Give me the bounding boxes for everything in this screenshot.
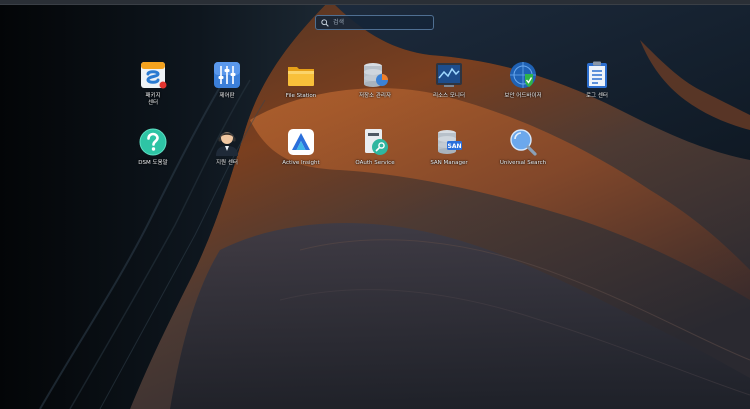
app-label: 저장소 관리자	[358, 93, 392, 99]
control-panel-icon	[214, 62, 240, 88]
app-label: Universal Search	[499, 160, 547, 166]
search-input[interactable]	[329, 17, 428, 28]
app-resource-monitor[interactable]: 리소스 모니터	[412, 60, 486, 100]
app-san-manager[interactable]: SAN SAN Manager	[412, 127, 486, 167]
app-label: OAuth Service	[355, 160, 395, 166]
app-label: DSM 도움말	[138, 160, 168, 166]
app-support-center[interactable]: 지원 센터	[190, 127, 264, 167]
app-storage-manager[interactable]: 저장소 관리자	[338, 60, 412, 100]
security-advisor-icon	[510, 62, 536, 88]
app-label: 제어판	[219, 93, 235, 99]
app-file-station[interactable]: File Station	[264, 60, 338, 100]
log-center-icon	[587, 61, 607, 88]
app-universal-search[interactable]: Universal Search	[486, 127, 560, 167]
app-label: 지원 센터	[216, 160, 238, 166]
app-log-center[interactable]: 로그 센터	[560, 60, 634, 100]
search-box[interactable]	[315, 15, 434, 30]
support-agent-icon	[216, 132, 238, 156]
app-label: File Station	[285, 93, 317, 99]
top-bar	[0, 0, 750, 5]
help-icon	[139, 128, 167, 156]
svg-text:SAN: SAN	[448, 143, 462, 150]
active-insight-icon	[288, 129, 314, 155]
app-label: Active Insight	[282, 160, 320, 166]
package-center-icon	[141, 62, 167, 89]
app-label: 보안 어드바이저	[504, 93, 542, 99]
storage-manager-icon	[364, 63, 388, 87]
universal-search-icon	[510, 129, 537, 156]
app-oauth-service[interactable]: OAuth Service	[338, 127, 412, 167]
app-dsm-help[interactable]: DSM 도움말	[116, 127, 190, 167]
resource-monitor-icon	[436, 63, 462, 87]
app-label: 로그 센터	[586, 93, 608, 99]
app-control-panel[interactable]: 제어판	[190, 60, 264, 100]
app-label: 리소스 모니터	[432, 93, 466, 99]
app-label: SAN Manager	[430, 160, 468, 166]
folder-icon	[288, 67, 314, 86]
oauth-service-icon	[365, 129, 388, 155]
app-active-insight[interactable]: Active Insight	[264, 127, 338, 167]
search-icon	[321, 18, 329, 27]
app-label: 패키지 센터	[145, 93, 161, 106]
app-security-advisor[interactable]: 보안 어드바이저	[486, 60, 560, 100]
desktop: 패키지 센터 제어판 File Station	[0, 0, 750, 409]
app-package-center[interactable]: 패키지 센터	[116, 60, 190, 107]
san-manager-icon: SAN	[438, 130, 462, 154]
